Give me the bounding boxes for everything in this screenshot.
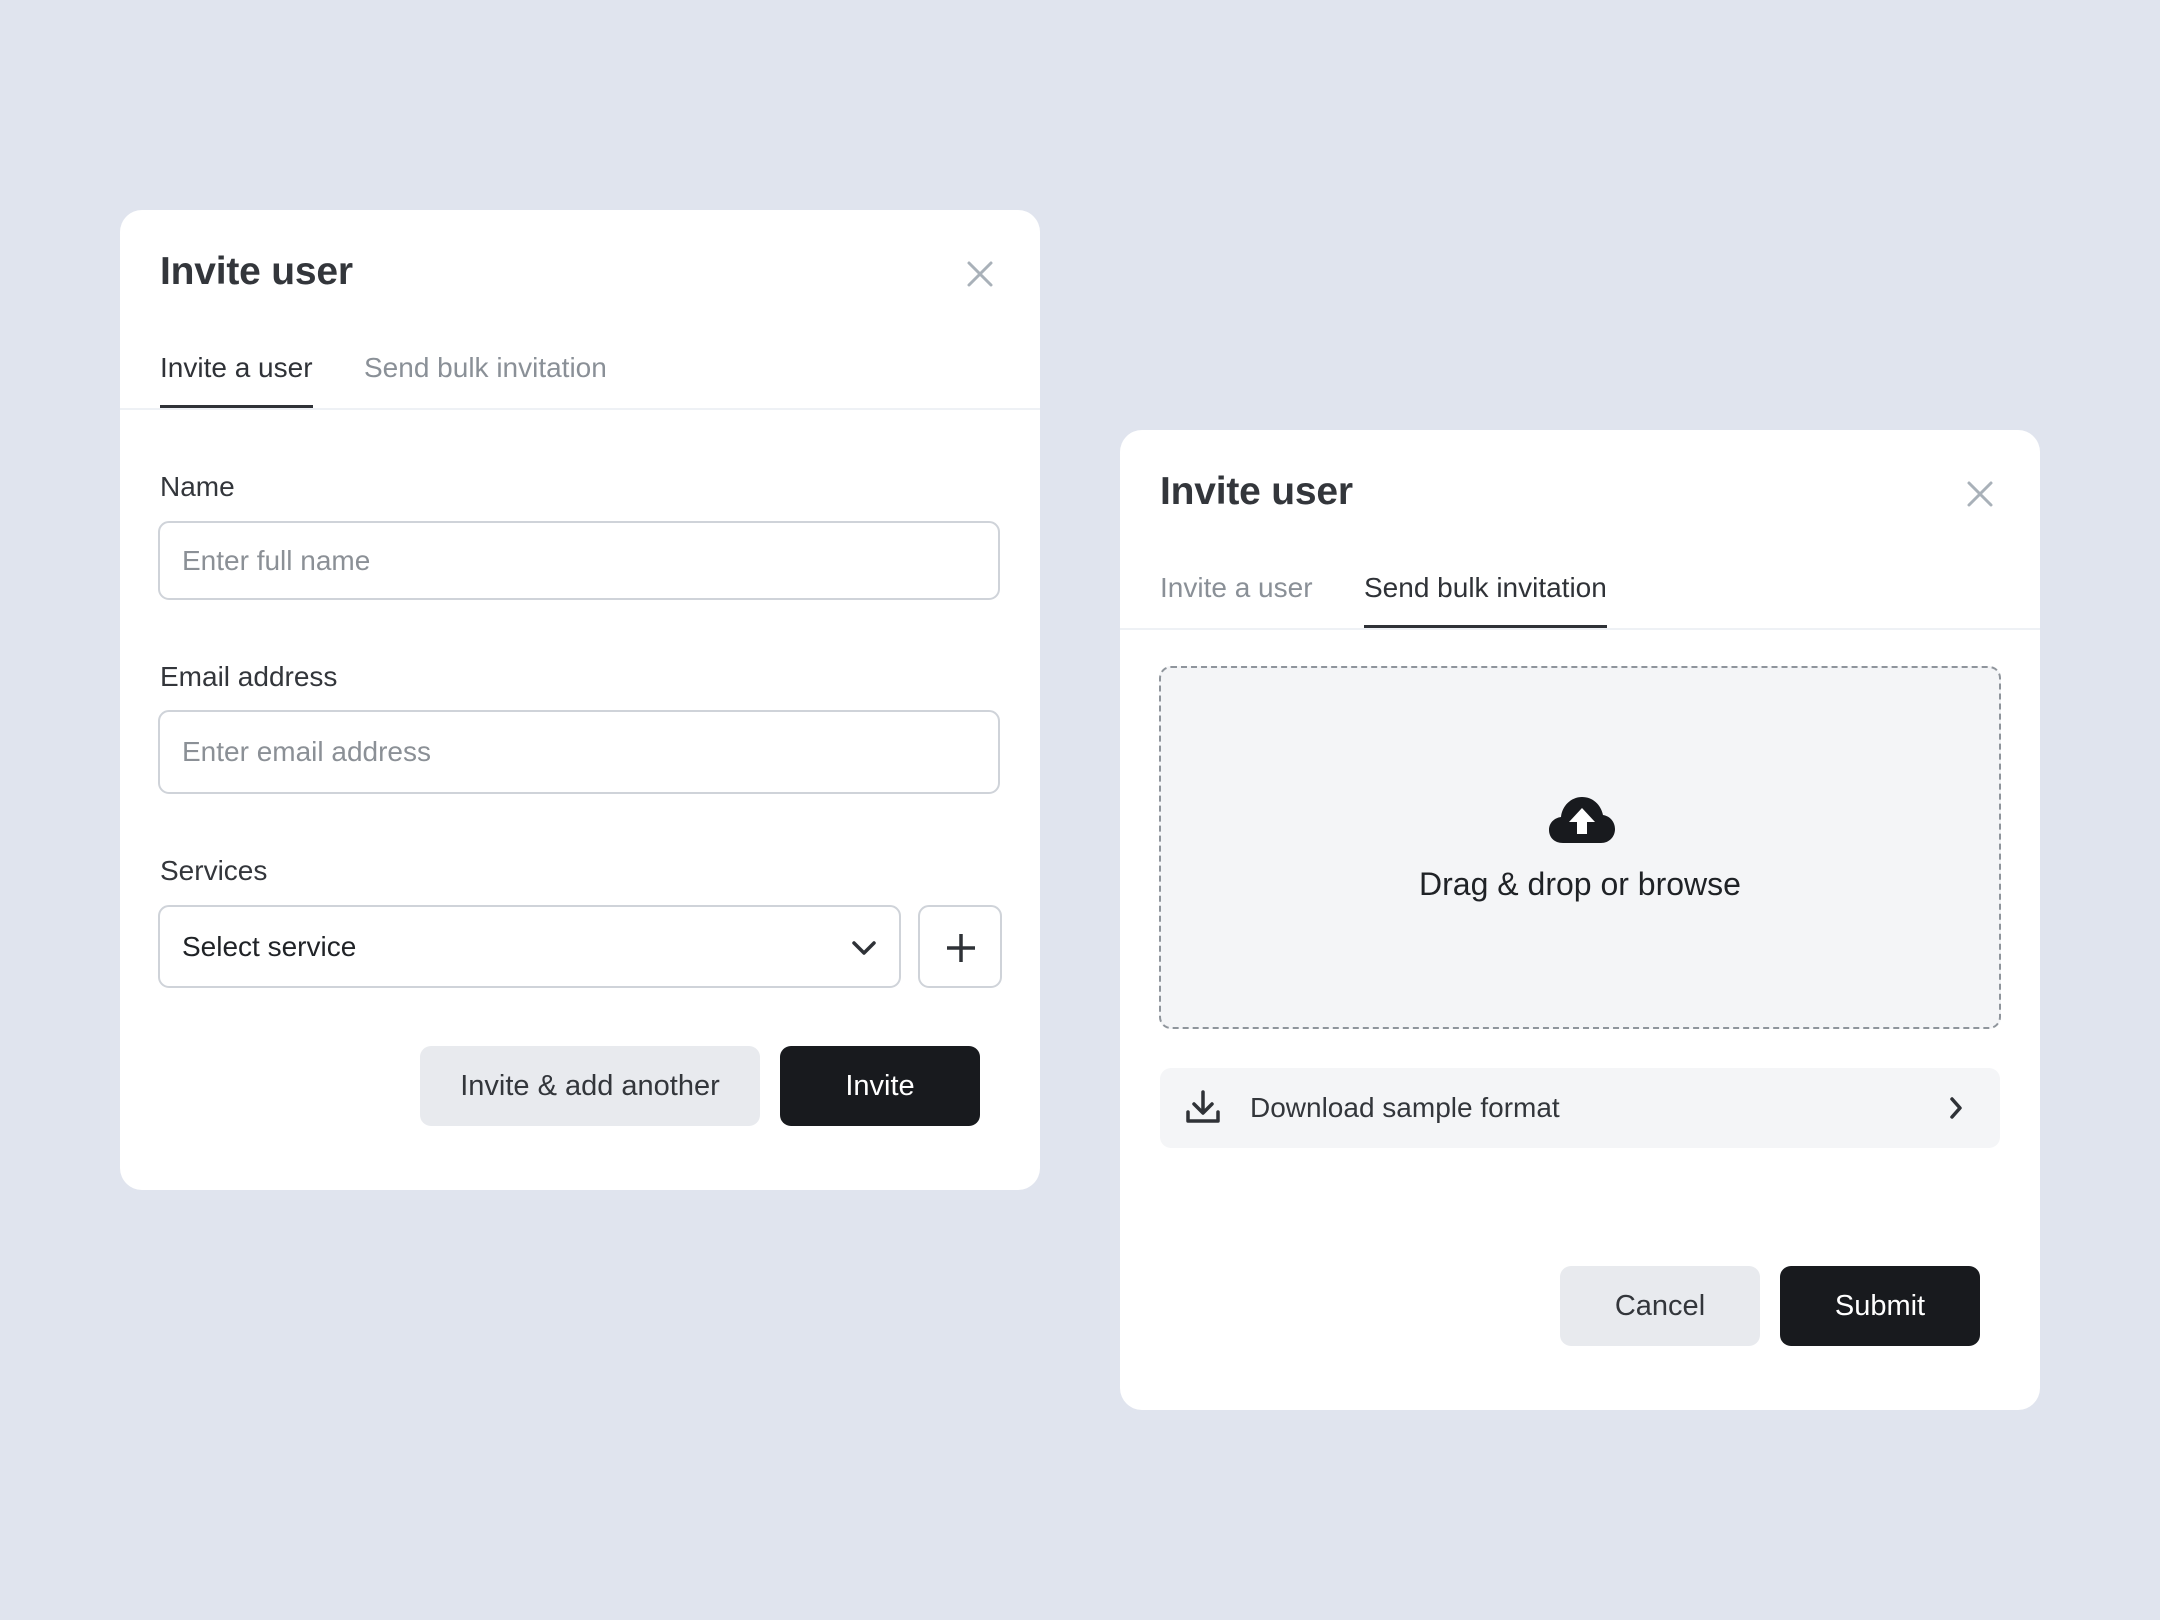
dialog-title: Invite user: [1160, 470, 1353, 513]
services-label: Services: [160, 855, 268, 886]
tab-bar: Invite a user Send bulk invitation: [120, 340, 1040, 410]
cancel-button[interactable]: Cancel: [1560, 1266, 1760, 1346]
tab-send-bulk-invitation[interactable]: Send bulk invitation: [364, 340, 607, 406]
tab-bar: Invite a user Send bulk invitation: [1120, 560, 2040, 630]
close-icon: [967, 261, 993, 287]
invite-user-dialog: Invite user Invite a user Send bulk invi…: [120, 210, 1040, 1190]
download-sample-format-button[interactable]: Download sample format: [1160, 1068, 2000, 1148]
close-button[interactable]: [962, 256, 998, 292]
chevron-down-icon: [852, 941, 876, 955]
email-input[interactable]: [158, 710, 1000, 794]
plus-icon: [947, 934, 975, 962]
invite-and-add-another-button[interactable]: Invite & add another: [420, 1046, 760, 1126]
tab-invite-a-user[interactable]: Invite a user: [1160, 560, 1313, 626]
download-icon: [1186, 1090, 1220, 1123]
name-input[interactable]: [158, 521, 1000, 600]
services-select-value: Select service: [182, 931, 357, 962]
invite-button[interactable]: Invite: [780, 1046, 980, 1126]
chevron-right-icon: [1950, 1097, 1962, 1119]
name-label: Name: [160, 471, 235, 502]
email-label: Email address: [160, 661, 338, 692]
file-dropzone[interactable]: Drag & drop or browse: [1159, 666, 2001, 1029]
dialog-title: Invite user: [160, 250, 353, 293]
close-icon: [1967, 481, 1993, 507]
tab-send-bulk-invitation[interactable]: Send bulk invitation: [1364, 560, 1607, 628]
add-service-button[interactable]: [918, 905, 1002, 988]
services-select[interactable]: Select service: [158, 905, 901, 988]
close-button[interactable]: [1962, 476, 1998, 512]
cloud-upload-icon: [1549, 797, 1615, 843]
tab-invite-a-user[interactable]: Invite a user: [160, 340, 313, 408]
submit-button[interactable]: Submit: [1780, 1266, 1980, 1346]
dropzone-text: Drag & drop or browse: [1419, 866, 1741, 902]
bulk-invite-dialog: Invite user Invite a user Send bulk invi…: [1120, 430, 2040, 1410]
download-sample-format-label: Download sample format: [1250, 1092, 1560, 1123]
